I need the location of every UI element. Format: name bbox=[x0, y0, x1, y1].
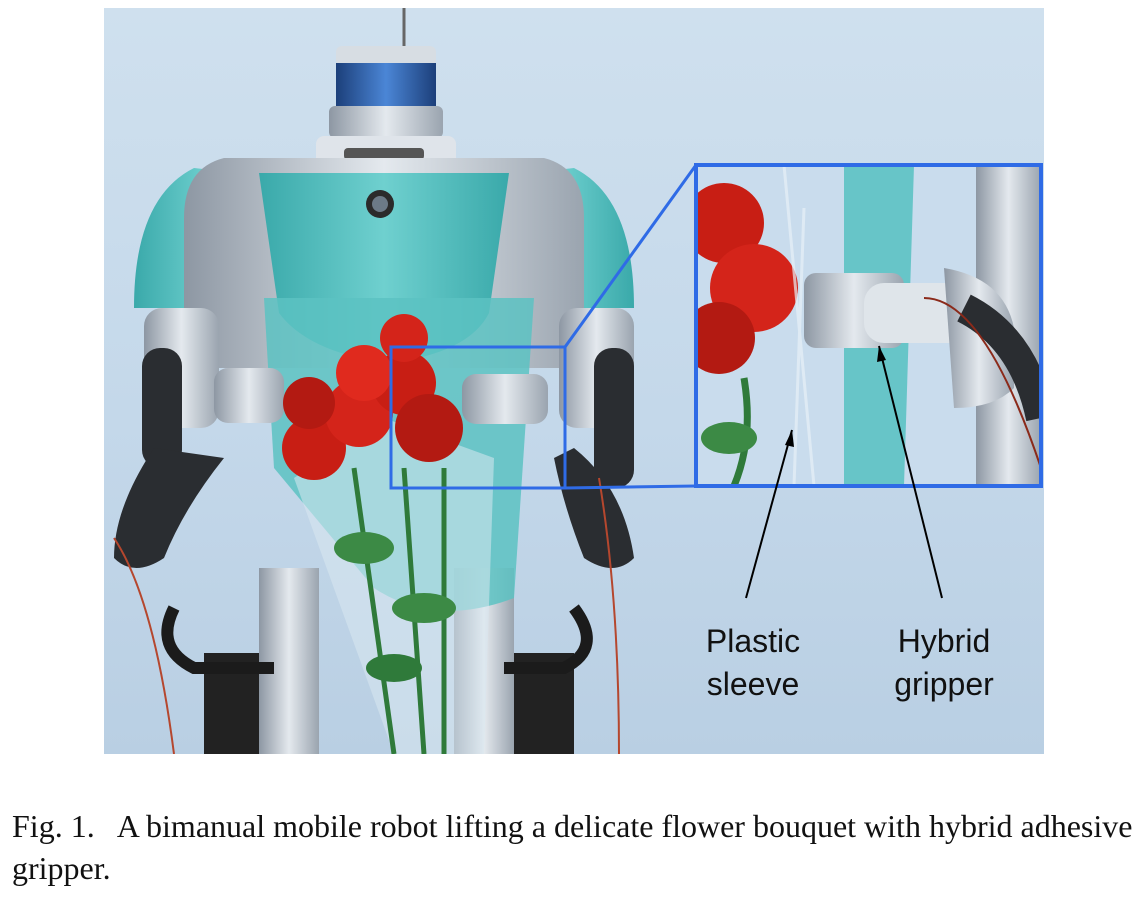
figure-number: Fig. 1. bbox=[12, 808, 95, 844]
lidar-sensor bbox=[316, 8, 456, 172]
zoom-connector-bottom bbox=[564, 484, 697, 490]
figure-caption: Fig. 1. A bimanual mobile robot lifting a… bbox=[12, 805, 1137, 889]
figure-photo: Plastic sleeve Hybrid gripper bbox=[104, 8, 1044, 754]
hybrid-gripper-label: Hybrid gripper bbox=[894, 623, 994, 702]
zoom-inset bbox=[696, 165, 1041, 486]
plastic-sleeve-label: Plastic sleeve bbox=[705, 623, 801, 702]
caption-text: A bimanual mobile robot lifting a delica… bbox=[12, 808, 1133, 886]
